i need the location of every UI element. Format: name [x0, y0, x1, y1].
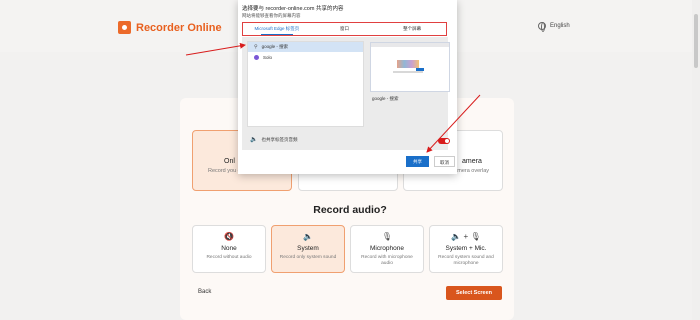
- dialog-title: 选择要与 recorder-online.com 共享的内容: [242, 6, 344, 12]
- audio-option-system[interactable]: 🔈 System Record only system sound: [271, 225, 345, 273]
- share-screen-dialog: 选择要与 recorder-online.com 共享的内容 网站将能够查看你的…: [238, 0, 457, 174]
- audio-option-desc: Record with microphone audio: [361, 255, 413, 266]
- list-item[interactable]: Solo: [248, 52, 363, 62]
- speaker-icon: 🔈: [250, 137, 258, 143]
- audio-option-none[interactable]: 🔇 None Record without audio: [192, 225, 266, 273]
- microphone-icon: 🎙: [381, 232, 393, 241]
- tab-preview-thumbnail: [370, 42, 450, 92]
- back-button[interactable]: Back: [198, 289, 211, 295]
- language-switcher[interactable]: English: [538, 22, 570, 32]
- speaker-mic-icon: 🔈 + 🎙: [451, 232, 481, 241]
- preview-searchbox: [393, 71, 423, 73]
- list-item-label: Solo: [263, 54, 273, 60]
- audio-heading: Record audio?: [313, 204, 387, 216]
- dialog-subtitle: 网站将能够查看你的屏幕内容: [242, 13, 301, 18]
- audio-option-label: Microphone: [370, 245, 404, 252]
- record-option-title: amera: [462, 158, 482, 165]
- share-audio-toggle[interactable]: [438, 138, 450, 144]
- preview-doodle: [397, 60, 419, 68]
- speaker-muted-icon: 🔇: [224, 232, 234, 241]
- audio-option-system-mic[interactable]: 🔈 + 🎙 System + Mic. Record system sound …: [429, 225, 503, 273]
- preview-caption: google - 搜索: [372, 96, 399, 101]
- search-icon: ⚲: [254, 44, 258, 50]
- preview-button: [416, 68, 424, 71]
- globe-icon: [538, 22, 546, 32]
- speaker-icon: 🔈: [303, 232, 313, 241]
- tab-edge-tabs[interactable]: Microsoft Edge 标签页: [243, 23, 311, 35]
- app-name: Recorder Online: [136, 21, 222, 34]
- app-logo[interactable]: Recorder Online: [118, 21, 222, 34]
- tab-window[interactable]: 窗口: [311, 23, 379, 35]
- share-audio-label: 也共享标签页音频: [261, 136, 298, 142]
- audio-option-microphone[interactable]: 🎙 Microphone Record with microphone audi…: [350, 225, 424, 273]
- tab-entire-screen[interactable]: 整个屏幕: [378, 23, 446, 35]
- audio-option-desc: Record system sound and microphone: [438, 255, 494, 266]
- record-icon: [118, 21, 131, 34]
- select-screen-button[interactable]: Select Screen: [446, 286, 502, 300]
- audio-option-label: System + Mic.: [445, 245, 487, 252]
- cancel-button[interactable]: 取消: [434, 156, 455, 167]
- record-option-title: Onl: [224, 158, 235, 165]
- share-source-tabs: Microsoft Edge 标签页 窗口 整个屏幕: [242, 22, 447, 36]
- share-source-panel: ⚲ google - 搜索 Solo google - 搜索 🔈 也共享标签页音…: [242, 37, 450, 150]
- audio-option-desc: Record only system sound: [279, 255, 337, 260]
- preview-toolbar: [371, 43, 449, 47]
- audio-option-desc: Record without audio: [206, 255, 252, 260]
- scrollbar-thumb[interactable]: [694, 14, 698, 68]
- share-tab-audio-option[interactable]: 🔈 也共享标签页音频: [250, 136, 298, 144]
- list-item[interactable]: ⚲ google - 搜索: [248, 42, 363, 52]
- audio-option-label: None: [221, 245, 237, 252]
- list-item-label: google - 搜索: [261, 44, 289, 49]
- language-label: English: [550, 23, 570, 29]
- solo-icon: [254, 54, 259, 60]
- audio-option-label: System: [297, 245, 319, 252]
- page-scrollbar[interactable]: [692, 0, 700, 320]
- share-button[interactable]: 共享: [406, 156, 429, 167]
- tab-list: ⚲ google - 搜索 Solo: [247, 41, 364, 127]
